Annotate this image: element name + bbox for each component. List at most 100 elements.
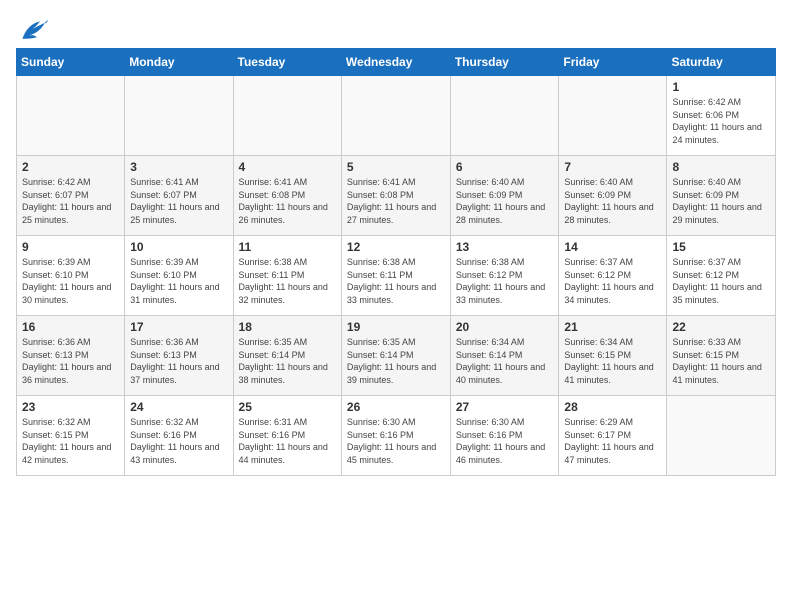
header-friday: Friday bbox=[559, 49, 667, 76]
day-info: Sunrise: 6:34 AM Sunset: 6:14 PM Dayligh… bbox=[456, 336, 554, 386]
day-number: 28 bbox=[564, 400, 661, 414]
calendar-cell: 6 Sunrise: 6:40 AM Sunset: 6:09 PM Daylig… bbox=[450, 156, 559, 236]
day-info: Sunrise: 6:30 AM Sunset: 6:16 PM Dayligh… bbox=[347, 416, 445, 466]
calendar-cell: 27Sunrise: 6:30 AM Sunset: 6:16 PM Dayli… bbox=[450, 396, 559, 476]
day-info: Sunrise: 6:41 AM Sunset: 6:08 PM Dayligh… bbox=[239, 176, 336, 226]
calendar-cell: 15 Sunrise: 6:37 AM Sunset: 6:12 PM Dayli… bbox=[667, 236, 776, 316]
calendar-week-4: 16Sunrise: 6:36 AM Sunset: 6:13 PM Dayli… bbox=[17, 316, 776, 396]
day-number: 26 bbox=[347, 400, 445, 414]
day-number: 7 bbox=[564, 160, 661, 174]
day-info: Sunrise: 6:38 AM Sunset: 6:11 PM Dayligh… bbox=[239, 256, 336, 306]
day-info: Sunrise: 6:37 AM Sunset: 6:12 PM Dayligh… bbox=[672, 256, 770, 306]
day-number: 9 bbox=[22, 240, 119, 254]
day-number: 5 bbox=[347, 160, 445, 174]
calendar-week-3: 9 Sunrise: 6:39 AM Sunset: 6:10 PM Daylig… bbox=[17, 236, 776, 316]
header-wednesday: Wednesday bbox=[341, 49, 450, 76]
calendar-cell: 2 Sunrise: 6:42 AM Sunset: 6:07 PM Daylig… bbox=[17, 156, 125, 236]
day-info: Sunrise: 6:39 AM Sunset: 6:10 PM Dayligh… bbox=[130, 256, 227, 306]
calendar-cell: 10 Sunrise: 6:39 AM Sunset: 6:10 PM Dayli… bbox=[125, 236, 233, 316]
calendar-cell: 26 Sunrise: 6:30 AM Sunset: 6:16 PM Dayli… bbox=[341, 396, 450, 476]
calendar-table: SundayMondayTuesdayWednesdayThursdayFrid… bbox=[16, 48, 776, 476]
day-info: Sunrise: 6:37 AM Sunset: 6:12 PM Dayligh… bbox=[564, 256, 661, 306]
day-info: Sunrise: 6:42 AM Sunset: 6:06 PM Dayligh… bbox=[672, 96, 770, 146]
calendar-cell: 22 Sunrise: 6:33 AM Sunset: 6:15 PM Dayli… bbox=[667, 316, 776, 396]
calendar-cell: 19 Sunrise: 6:35 AM Sunset: 6:14 PM Dayli… bbox=[341, 316, 450, 396]
day-number: 11 bbox=[239, 240, 336, 254]
calendar-cell bbox=[233, 76, 341, 156]
day-number: 3 bbox=[130, 160, 227, 174]
day-info: Sunrise: 6:36 AM Sunset: 6:13 PM Dayligh… bbox=[130, 336, 227, 386]
calendar-cell: 7 Sunrise: 6:40 AM Sunset: 6:09 PM Daylig… bbox=[559, 156, 667, 236]
day-info: Sunrise: 6:31 AM Sunset: 6:16 PM Dayligh… bbox=[239, 416, 336, 466]
day-number: 8 bbox=[672, 160, 770, 174]
day-info: Sunrise: 6:35 AM Sunset: 6:14 PM Dayligh… bbox=[347, 336, 445, 386]
calendar-week-2: 2 Sunrise: 6:42 AM Sunset: 6:07 PM Daylig… bbox=[17, 156, 776, 236]
calendar-cell: 3 Sunrise: 6:41 AM Sunset: 6:07 PM Daylig… bbox=[125, 156, 233, 236]
calendar-cell bbox=[125, 76, 233, 156]
day-info: Sunrise: 6:40 AM Sunset: 6:09 PM Dayligh… bbox=[672, 176, 770, 226]
calendar-cell: 12Sunrise: 6:38 AM Sunset: 6:11 PM Dayli… bbox=[341, 236, 450, 316]
day-info: Sunrise: 6:38 AM Sunset: 6:12 PM Dayligh… bbox=[456, 256, 554, 306]
day-info: Sunrise: 6:34 AM Sunset: 6:15 PM Dayligh… bbox=[564, 336, 661, 386]
day-number: 14 bbox=[564, 240, 661, 254]
logo-icon bbox=[16, 16, 48, 44]
calendar-cell: 11 Sunrise: 6:38 AM Sunset: 6:11 PM Dayli… bbox=[233, 236, 341, 316]
day-number: 23 bbox=[22, 400, 119, 414]
day-number: 4 bbox=[239, 160, 336, 174]
day-number: 2 bbox=[22, 160, 119, 174]
header-sunday: Sunday bbox=[17, 49, 125, 76]
day-info: Sunrise: 6:40 AM Sunset: 6:09 PM Dayligh… bbox=[456, 176, 554, 226]
calendar-cell: 8 Sunrise: 6:40 AM Sunset: 6:09 PM Daylig… bbox=[667, 156, 776, 236]
logo bbox=[16, 16, 52, 44]
calendar-cell: 24 Sunrise: 6:32 AM Sunset: 6:16 PM Dayli… bbox=[125, 396, 233, 476]
day-number: 21 bbox=[564, 320, 661, 334]
calendar-cell bbox=[667, 396, 776, 476]
day-number: 10 bbox=[130, 240, 227, 254]
day-info: Sunrise: 6:41 AM Sunset: 6:07 PM Dayligh… bbox=[130, 176, 227, 226]
day-info: Sunrise: 6:35 AM Sunset: 6:14 PM Dayligh… bbox=[239, 336, 336, 386]
header-saturday: Saturday bbox=[667, 49, 776, 76]
calendar-cell: 5 Sunrise: 6:41 AM Sunset: 6:08 PM Daylig… bbox=[341, 156, 450, 236]
day-number: 25 bbox=[239, 400, 336, 414]
calendar-cell bbox=[17, 76, 125, 156]
calendar-week-5: 23 Sunrise: 6:32 AM Sunset: 6:15 PM Dayli… bbox=[17, 396, 776, 476]
day-info: Sunrise: 6:39 AM Sunset: 6:10 PM Dayligh… bbox=[22, 256, 119, 306]
day-number: 15 bbox=[672, 240, 770, 254]
header-thursday: Thursday bbox=[450, 49, 559, 76]
calendar-cell: 9 Sunrise: 6:39 AM Sunset: 6:10 PM Daylig… bbox=[17, 236, 125, 316]
calendar-cell: 1Sunrise: 6:42 AM Sunset: 6:06 PM Daylig… bbox=[667, 76, 776, 156]
day-number: 6 bbox=[456, 160, 554, 174]
day-info: Sunrise: 6:32 AM Sunset: 6:15 PM Dayligh… bbox=[22, 416, 119, 466]
day-info: Sunrise: 6:36 AM Sunset: 6:13 PM Dayligh… bbox=[22, 336, 119, 386]
calendar-cell: 18 Sunrise: 6:35 AM Sunset: 6:14 PM Dayli… bbox=[233, 316, 341, 396]
calendar-cell: 16Sunrise: 6:36 AM Sunset: 6:13 PM Dayli… bbox=[17, 316, 125, 396]
day-number: 19 bbox=[347, 320, 445, 334]
calendar-cell bbox=[341, 76, 450, 156]
day-number: 18 bbox=[239, 320, 336, 334]
calendar-cell: 13 Sunrise: 6:38 AM Sunset: 6:12 PM Dayli… bbox=[450, 236, 559, 316]
header-tuesday: Tuesday bbox=[233, 49, 341, 76]
calendar-cell bbox=[559, 76, 667, 156]
day-info: Sunrise: 6:40 AM Sunset: 6:09 PM Dayligh… bbox=[564, 176, 661, 226]
calendar-cell: 17 Sunrise: 6:36 AM Sunset: 6:13 PM Dayli… bbox=[125, 316, 233, 396]
day-number: 20 bbox=[456, 320, 554, 334]
day-number: 13 bbox=[456, 240, 554, 254]
calendar-cell: 14 Sunrise: 6:37 AM Sunset: 6:12 PM Dayli… bbox=[559, 236, 667, 316]
day-number: 22 bbox=[672, 320, 770, 334]
day-info: Sunrise: 6:42 AM Sunset: 6:07 PM Dayligh… bbox=[22, 176, 119, 226]
day-info: Sunrise: 6:32 AM Sunset: 6:16 PM Dayligh… bbox=[130, 416, 227, 466]
day-info: Sunrise: 6:33 AM Sunset: 6:15 PM Dayligh… bbox=[672, 336, 770, 386]
calendar-cell: 21 Sunrise: 6:34 AM Sunset: 6:15 PM Dayli… bbox=[559, 316, 667, 396]
header-monday: Monday bbox=[125, 49, 233, 76]
day-number: 12 bbox=[347, 240, 445, 254]
day-number: 17 bbox=[130, 320, 227, 334]
calendar-week-1: 1Sunrise: 6:42 AM Sunset: 6:06 PM Daylig… bbox=[17, 76, 776, 156]
page-header bbox=[16, 16, 776, 44]
calendar-cell bbox=[450, 76, 559, 156]
calendar-cell: 25 Sunrise: 6:31 AM Sunset: 6:16 PM Dayli… bbox=[233, 396, 341, 476]
day-number: 24 bbox=[130, 400, 227, 414]
calendar-cell: 23 Sunrise: 6:32 AM Sunset: 6:15 PM Dayli… bbox=[17, 396, 125, 476]
day-number: 27 bbox=[456, 400, 554, 414]
day-info: Sunrise: 6:41 AM Sunset: 6:08 PM Dayligh… bbox=[347, 176, 445, 226]
calendar-header-row: SundayMondayTuesdayWednesdayThursdayFrid… bbox=[17, 49, 776, 76]
